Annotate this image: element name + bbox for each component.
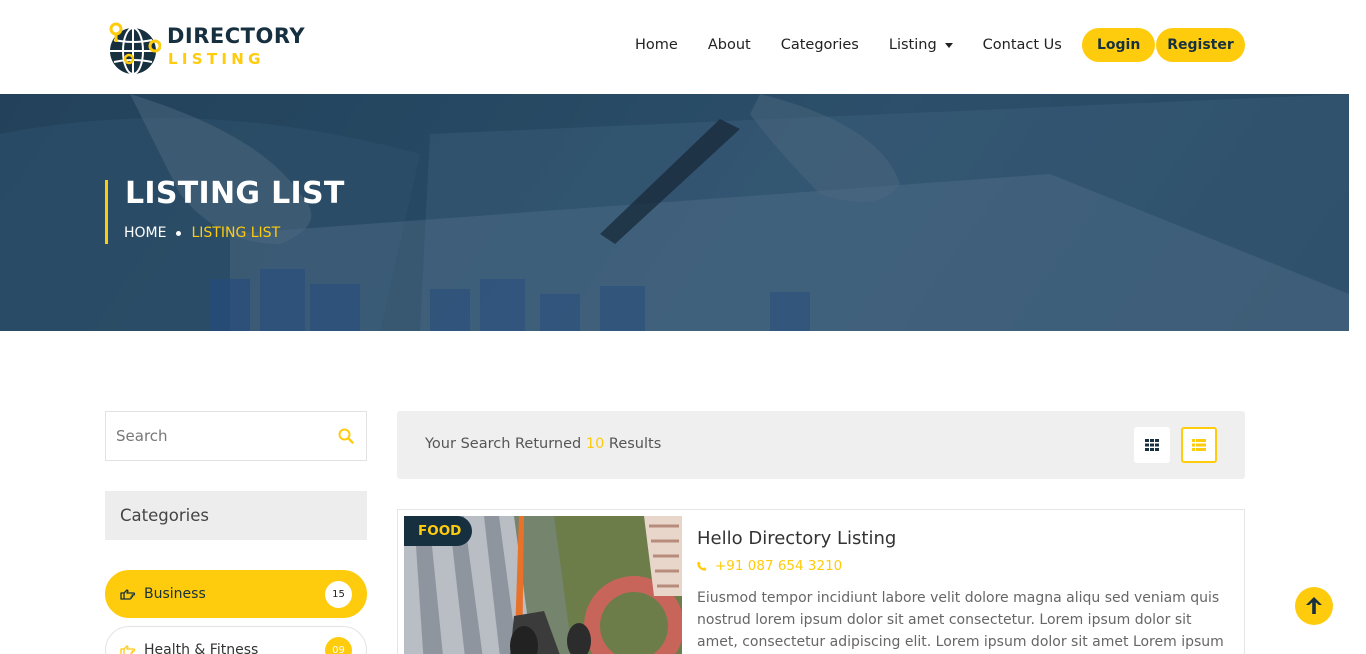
listing-phone-number: +91 087 654 3210 <box>715 558 843 574</box>
brand-name: DIRECTORY <box>167 24 306 48</box>
results-summary: Your Search Returned 10 Results <box>425 436 661 452</box>
main-nav: Home About Categories Listing Contact Us <box>620 28 1092 62</box>
results-prefix: Your Search Returned <box>425 436 582 452</box>
breadcrumb-current: LISTING LIST <box>191 225 281 241</box>
list-view-button[interactable] <box>1181 427 1217 463</box>
banner-overlay <box>0 94 1349 331</box>
listing-category-tag[interactable]: FOOD <box>404 516 472 546</box>
hand-point-icon <box>120 589 136 600</box>
brand-tagline: LISTING <box>168 50 265 68</box>
title-accent-bar <box>105 180 108 244</box>
category-count: 15 <box>325 581 352 608</box>
listing-description: Eiusmod tempor incidiunt labore velit do… <box>697 590 1224 650</box>
register-button[interactable]: Register <box>1156 28 1245 62</box>
nav-categories[interactable]: Categories <box>781 37 859 53</box>
grid-view-icon <box>1145 439 1159 451</box>
scroll-to-top-button[interactable] <box>1295 587 1333 625</box>
nav-about[interactable]: About <box>708 37 751 53</box>
site-logo[interactable]: DIRECTORY LISTING <box>105 18 305 78</box>
results-toolbar: Your Search Returned 10 Results <box>397 411 1245 479</box>
category-health-fitness[interactable]: Health & Fitness 09 <box>105 626 367 654</box>
grid-view-button[interactable] <box>1134 427 1170 463</box>
results-suffix: Results <box>608 436 662 452</box>
breadcrumb-separator <box>176 230 182 236</box>
phone-icon <box>697 561 707 571</box>
hand-point-icon <box>120 645 136 654</box>
search-icon[interactable] <box>338 428 354 444</box>
breadcrumb-home[interactable]: HOME <box>124 225 166 241</box>
listing-card[interactable]: FOOD Hello Directory Listing +91 087 654… <box>397 509 1245 654</box>
nav-contact[interactable]: Contact Us <box>983 37 1062 53</box>
nav-listing[interactable]: Listing <box>889 37 953 53</box>
nav-home[interactable]: Home <box>635 37 678 53</box>
breadcrumb: HOME LISTING LIST <box>124 225 280 241</box>
nav-listing-label: Listing <box>888 37 937 53</box>
category-label: Health & Fitness <box>144 642 259 654</box>
sidebar-search <box>105 411 367 461</box>
category-business[interactable]: Business 15 <box>105 570 367 618</box>
page-title: LISTING LIST <box>125 176 345 211</box>
listing-phone[interactable]: +91 087 654 3210 <box>697 558 842 574</box>
category-label: Business <box>144 586 206 602</box>
category-count: 09 <box>325 637 352 654</box>
globe-pin-icon <box>109 22 161 75</box>
list-view-icon <box>1192 439 1206 451</box>
site-header: DIRECTORY LISTING Home About Categories … <box>0 0 1366 94</box>
results-count: 10 <box>585 436 605 452</box>
arrow-up-icon <box>1306 597 1322 614</box>
categories-heading: Categories <box>105 491 367 540</box>
listing-title[interactable]: Hello Directory Listing <box>697 528 896 549</box>
caret-down-icon <box>944 42 953 48</box>
search-input[interactable] <box>106 412 326 460</box>
login-button[interactable]: Login <box>1082 28 1156 62</box>
page-banner: LISTING LIST HOME LISTING LIST <box>0 94 1349 331</box>
